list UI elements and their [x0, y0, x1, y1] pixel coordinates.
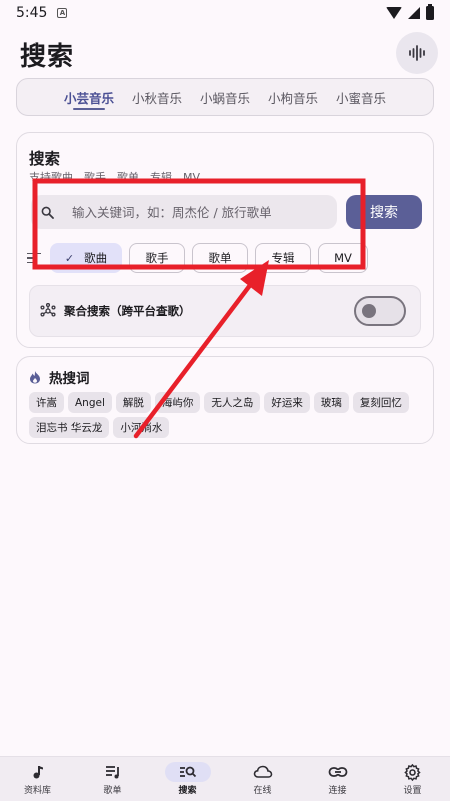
aggregate-search-panel: 聚合搜索（跨平台查歌） — [29, 285, 421, 337]
filter-chip-artist[interactable]: 歌手 — [129, 243, 185, 273]
search-support-text: 支持歌曲、歌手、歌单、专辑、MV — [29, 171, 201, 181]
hot-tag[interactable]: 许嵩 — [29, 392, 64, 413]
hot-search-card: 热搜词 许嵩 Angel 解脱 海屿你 无人之岛 好运来 玻璃 复刻回忆 泪忘书… — [16, 356, 434, 444]
page-title: 搜索 — [20, 42, 75, 72]
tab-source-1[interactable]: 小秋音乐 — [123, 78, 191, 116]
nav-label: 资料库 — [23, 786, 51, 796]
hot-tag[interactable]: 泪忘书 华云龙 — [29, 417, 110, 438]
hot-tag[interactable]: 复刻回忆 — [352, 392, 409, 413]
search-field[interactable] — [31, 195, 337, 229]
filter-row: ✓ 歌曲 歌手 歌单 专辑 MV — [27, 243, 425, 273]
search-button[interactable]: 搜索 — [346, 195, 422, 229]
hub-icon — [40, 303, 56, 317]
nav-playlist[interactable]: 歌单 — [83, 762, 143, 796]
nav-label: 连接 — [328, 786, 347, 796]
search-card: 搜索 支持歌曲、歌手、歌单、专辑、MV 搜索 ✓ 歌曲 歌手 歌单 专辑 MV — [16, 132, 434, 348]
hot-tag[interactable]: 海屿你 — [154, 392, 201, 413]
tab-source-0[interactable]: 小芸音乐 — [55, 78, 123, 116]
toggle-knob — [362, 304, 376, 318]
hot-tag[interactable]: 无人之岛 — [204, 392, 261, 413]
filter-chip-mv[interactable]: MV — [318, 243, 368, 273]
aggregate-search-label: 聚合搜索（跨平台查歌） — [64, 304, 191, 318]
wifi-icon — [386, 7, 402, 19]
filter-icon — [27, 252, 41, 264]
nav-label: 设置 — [403, 786, 422, 796]
link-icon — [315, 762, 361, 782]
filter-chip-label: 歌曲 — [84, 251, 108, 265]
playlist-icon — [90, 762, 136, 782]
tab-source-4[interactable]: 小蜜音乐 — [327, 78, 395, 116]
filter-chip-song[interactable]: ✓ 歌曲 — [50, 243, 122, 273]
hot-tag[interactable]: 小河淌水 — [113, 417, 170, 438]
nav-connect[interactable]: 连接 — [308, 762, 368, 796]
search-input[interactable] — [72, 204, 332, 220]
check-icon: ✓ — [64, 251, 75, 265]
filter-chip-label: MV — [334, 251, 352, 265]
music-note-icon — [15, 762, 61, 782]
signal-icon — [408, 7, 420, 19]
hot-tag[interactable]: 玻璃 — [313, 392, 349, 413]
tab-source-3[interactable]: 小枸音乐 — [259, 78, 327, 116]
hot-tag[interactable]: Angel — [68, 392, 112, 413]
nav-label: 在线 — [253, 786, 272, 796]
search-list-icon — [164, 762, 211, 782]
status-icons — [386, 4, 434, 20]
filter-chip-label: 歌手 — [145, 251, 169, 265]
search-card-title: 搜索 — [29, 150, 61, 168]
hot-tag[interactable]: 解脱 — [115, 392, 151, 413]
search-icon — [41, 206, 54, 219]
filter-chip-playlist[interactable]: 歌单 — [192, 243, 248, 273]
voice-search-button[interactable] — [396, 32, 438, 74]
nav-label: 歌单 — [103, 786, 122, 796]
hot-tags: 许嵩 Angel 解脱 海屿你 无人之岛 好运来 玻璃 复刻回忆 泪忘书 华云龙… — [29, 392, 425, 438]
filter-chip-album[interactable]: 专辑 — [255, 243, 311, 273]
tab-source-2[interactable]: 小蜗音乐 — [191, 78, 259, 116]
nav-online[interactable]: 在线 — [233, 762, 293, 796]
filter-chip-label: 歌单 — [208, 251, 232, 265]
notification-icon: A — [57, 8, 68, 18]
hot-search-title-text: 热搜词 — [49, 371, 90, 387]
source-tabs: 小芸音乐 小秋音乐 小蜗音乐 小枸音乐 小蜜音乐 — [16, 78, 434, 116]
cloud-icon — [240, 762, 286, 782]
battery-icon — [426, 4, 434, 20]
flame-icon — [30, 371, 40, 384]
voice-wave-icon — [409, 45, 425, 61]
hot-tag[interactable]: 好运来 — [264, 392, 310, 413]
nav-search[interactable]: 搜索 — [158, 762, 218, 796]
nav-settings[interactable]: 设置 — [383, 762, 443, 796]
status-time: 5:45 — [16, 5, 48, 21]
gear-icon — [390, 762, 436, 782]
filter-chip-label: 专辑 — [271, 251, 295, 265]
nav-label: 搜索 — [178, 786, 197, 796]
hot-search-title: 热搜词 — [29, 367, 90, 387]
nav-library[interactable]: 资料库 — [8, 762, 68, 796]
aggregate-search-toggle[interactable] — [354, 296, 406, 326]
bottom-nav: 资料库 歌单 搜索 在线 连接 设置 — [0, 756, 450, 801]
status-bar: 5:45 A — [0, 0, 450, 26]
